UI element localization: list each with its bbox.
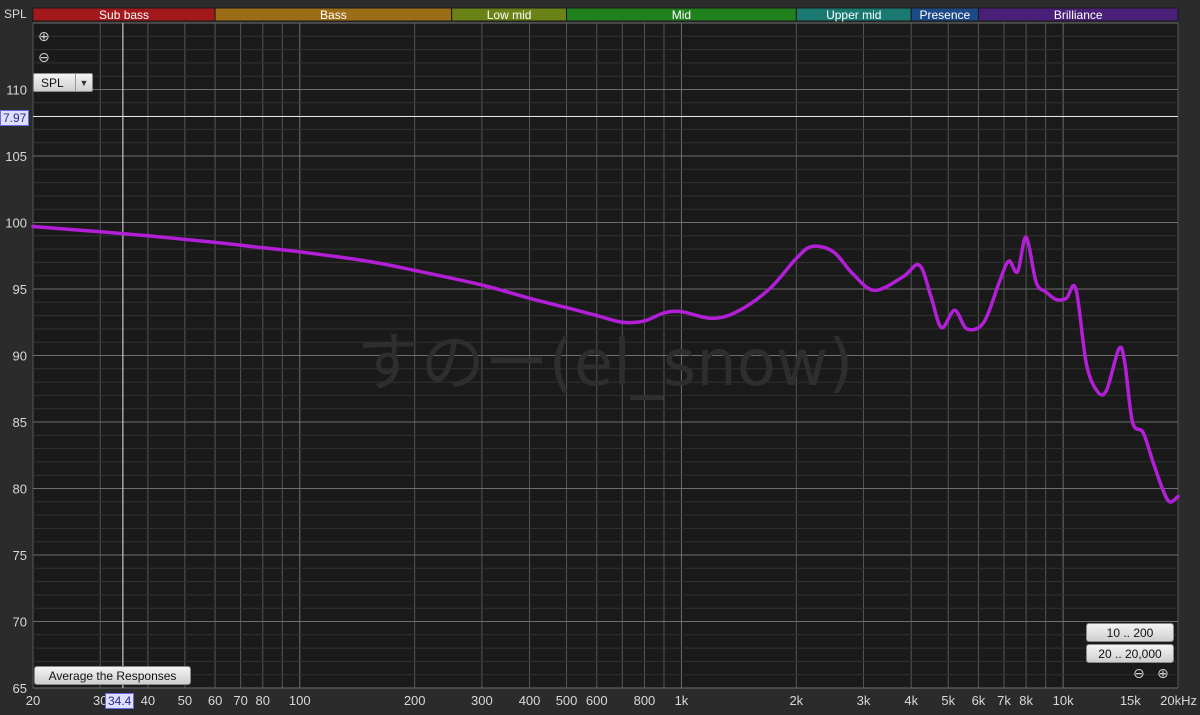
chevron-down-icon: ▼	[75, 74, 92, 91]
x-tick-label: 200	[404, 693, 426, 708]
frequency-bands: Sub bass Bass Low mid Mid Upper mid Presence B…	[32, 7, 1179, 22]
x-tick-label: 8k	[1019, 693, 1033, 708]
band-label: Upper mid	[826, 8, 881, 22]
x-tick-label: 15k	[1120, 693, 1141, 708]
zoom-out-icon[interactable]: ⊖	[38, 51, 50, 65]
x-tick-label: 60	[208, 693, 222, 708]
y-tick-label: 105	[5, 149, 27, 164]
x-tick-label: 7k	[997, 693, 1011, 708]
band-label: Bass	[320, 8, 347, 22]
x-tick-label: 100	[289, 693, 311, 708]
y-tick-label: 110	[6, 83, 27, 98]
x-tick-label: 400	[519, 693, 541, 708]
x-tick-label: 600	[586, 693, 608, 708]
band-label: Presence	[919, 8, 970, 22]
x-tick-label: 3k	[857, 693, 871, 708]
y-tick-label: 95	[13, 282, 27, 297]
x-tick-label: 800	[634, 693, 656, 708]
x-tick-label: 20	[26, 693, 40, 708]
y-axis-title: SPL	[4, 7, 27, 21]
watermark: すのー(el_snow)	[357, 327, 854, 401]
frequency-response-chart[interactable]: Sub bass Bass Low mid Mid Upper mid Presence B…	[0, 0, 1200, 715]
x-tick-label: 40	[141, 693, 155, 708]
zoom-in-x-icon[interactable]: ⊕	[1157, 667, 1169, 681]
y-tick-label: 90	[13, 349, 27, 364]
range-20-20000-button[interactable]: 20 .. 20,000	[1086, 644, 1174, 663]
x-tick-label: 20kHz	[1160, 693, 1197, 708]
x-tick-label: 10k	[1053, 693, 1074, 708]
zoom-out-x-icon[interactable]: ⊖	[1133, 667, 1145, 681]
x-tick-label: 80	[256, 693, 270, 708]
zoom-in-icon[interactable]: ⊕	[38, 30, 50, 44]
y-tick-label: 100	[5, 216, 27, 231]
y-tick-label: 70	[13, 615, 27, 630]
x-tick-label: 5k	[941, 693, 955, 708]
x-tick-label: 300	[471, 693, 493, 708]
spl-select-value: SPL	[41, 75, 64, 90]
cursor-x-readout: 34.4	[105, 693, 135, 709]
band-label: Sub bass	[99, 8, 149, 22]
x-tick-label: 50	[178, 693, 192, 708]
spl-select[interactable]: SPL ▼	[33, 73, 93, 92]
range-10-200-button[interactable]: 10 .. 200	[1086, 623, 1174, 642]
x-tick-label: 2k	[789, 693, 803, 708]
cursor-y-readout: 7.97	[0, 110, 30, 126]
x-tick-label: 6k	[972, 693, 986, 708]
y-tick-label: 75	[13, 548, 27, 563]
y-tick-label: 85	[13, 415, 27, 430]
average-responses-button[interactable]: Average the Responses	[34, 666, 191, 685]
x-tick-label: 500	[556, 693, 578, 708]
band-label: Low mid	[487, 8, 532, 22]
band-label: Brilliance	[1054, 8, 1103, 22]
band-label: Mid	[672, 8, 691, 22]
x-tick-label: 1k	[675, 693, 689, 708]
x-tick-label: 4k	[904, 693, 918, 708]
y-tick-label: 80	[13, 482, 27, 497]
x-tick-label: 70	[233, 693, 247, 708]
